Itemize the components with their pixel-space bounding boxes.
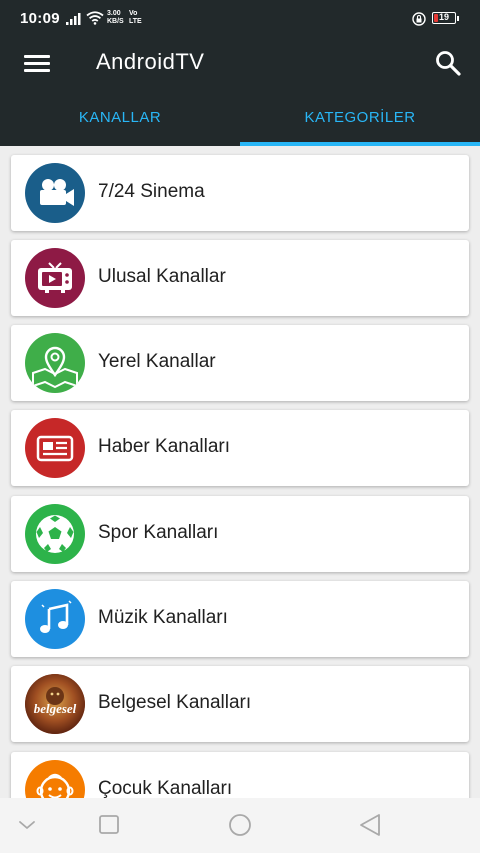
map-pin-icon bbox=[25, 333, 85, 393]
recents-square-icon[interactable] bbox=[94, 812, 124, 838]
search-icon[interactable] bbox=[434, 49, 462, 77]
battery-icon: 19 bbox=[432, 12, 456, 24]
movie-camera-icon bbox=[25, 163, 85, 223]
newspaper-icon bbox=[25, 418, 85, 478]
home-circle-icon[interactable] bbox=[225, 812, 255, 838]
svg-text:belgesel: belgesel bbox=[34, 701, 77, 716]
app-bar: AndroidTV bbox=[0, 38, 480, 90]
status-bar: 10:09 3.00 KB/S Vo LTE 19 bbox=[0, 0, 480, 38]
chevron-down-icon[interactable] bbox=[12, 812, 42, 838]
category-label: 7/24 Sinema bbox=[98, 181, 205, 202]
volte-badge: Vo LTE bbox=[129, 10, 142, 26]
category-card-yerel[interactable]: Yerel Kanallar bbox=[11, 325, 469, 401]
back-triangle-icon[interactable] bbox=[355, 812, 385, 838]
category-label: Spor Kanalları bbox=[98, 522, 219, 543]
soccer-ball-icon bbox=[25, 504, 85, 564]
hamburger-menu-icon[interactable] bbox=[24, 52, 50, 74]
category-card-spor[interactable]: Spor Kanalları bbox=[11, 496, 469, 572]
belgesel-logo-icon: belgesel bbox=[25, 674, 85, 734]
tab-bar: KANALLAR KATEGORİLER bbox=[0, 90, 480, 146]
rotation-lock-icon bbox=[412, 12, 426, 31]
network-speed-unit: KB/S bbox=[107, 18, 124, 25]
navigation-bar bbox=[0, 798, 480, 853]
music-note-icon bbox=[25, 589, 85, 649]
network-speed-value: 3.00 bbox=[107, 10, 121, 17]
tv-icon bbox=[25, 248, 85, 308]
category-label: Müzik Kanalları bbox=[98, 607, 228, 628]
volte-bottom: LTE bbox=[129, 18, 142, 25]
tab-kategoriler[interactable]: KATEGORİLER bbox=[240, 90, 480, 146]
battery-level: 19 bbox=[438, 12, 449, 22]
category-label: Haber Kanalları bbox=[98, 436, 231, 457]
category-list[interactable]: 7/24 Sinema Ulusal Kanallar Yerel Kanall… bbox=[0, 146, 480, 798]
app-title: AndroidTV bbox=[96, 49, 205, 74]
child-face-icon bbox=[25, 760, 85, 798]
category-label: Belgesel Kanalları bbox=[98, 692, 252, 713]
category-card-haber[interactable]: Haber Kanalları bbox=[11, 410, 469, 486]
category-card-ulusal[interactable]: Ulusal Kanallar bbox=[11, 240, 469, 316]
wifi-icon bbox=[86, 11, 104, 30]
network-speed: 3.00 KB/S bbox=[107, 10, 124, 26]
category-label: Ulusal Kanallar bbox=[98, 266, 226, 287]
category-card-muzik[interactable]: Müzik Kanalları bbox=[11, 581, 469, 657]
category-card-cocuk[interactable]: Çocuk Kanalları bbox=[11, 752, 469, 798]
battery-tip bbox=[457, 16, 459, 21]
volte-top: Vo bbox=[129, 10, 138, 17]
category-label: Çocuk Kanalları bbox=[98, 778, 233, 798]
category-card-sinema[interactable]: 7/24 Sinema bbox=[11, 155, 469, 231]
category-card-belgesel[interactable]: belgesel Belgesel Kanalları bbox=[11, 666, 469, 742]
category-label: Yerel Kanallar bbox=[98, 351, 216, 372]
tab-kanallar[interactable]: KANALLAR bbox=[0, 90, 240, 146]
status-time: 10:09 bbox=[20, 10, 60, 27]
signal-icon bbox=[66, 12, 82, 30]
